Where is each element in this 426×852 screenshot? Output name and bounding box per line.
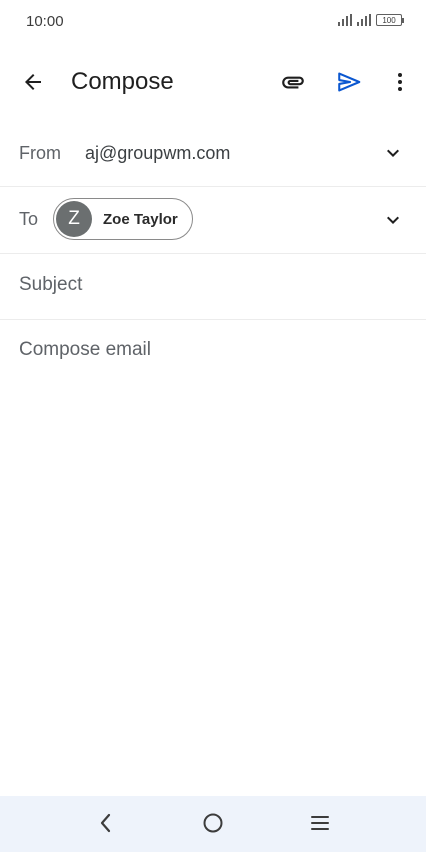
- nav-back-icon: [100, 813, 111, 833]
- from-row: From aj@groupwm.com: [0, 120, 426, 187]
- nav-home-icon: [203, 813, 223, 833]
- status-icons: 100: [338, 14, 404, 26]
- page-title: Compose: [71, 68, 174, 95]
- signal-icon: [338, 14, 352, 26]
- status-bar: 10:00 100: [0, 0, 426, 44]
- chevron-down-icon: [387, 216, 399, 224]
- from-expand-button[interactable]: [380, 140, 406, 166]
- avatar: Z: [56, 201, 92, 237]
- more-options-button[interactable]: [380, 62, 420, 102]
- chevron-down-icon: [387, 149, 399, 157]
- nav-home-button[interactable]: [196, 808, 230, 838]
- back-arrow-icon: [25, 74, 41, 90]
- compose-body-input[interactable]: Compose email: [19, 339, 409, 361]
- attachment-icon: [282, 76, 304, 89]
- subject-input[interactable]: Subject: [19, 274, 399, 296]
- to-label: To: [19, 209, 39, 229]
- battery-icon: 100: [376, 14, 404, 26]
- nav-menu-button[interactable]: [303, 808, 337, 838]
- nav-back-button[interactable]: [89, 808, 123, 838]
- from-label: From: [19, 143, 61, 163]
- subject-row: Subject: [0, 254, 426, 320]
- send-button[interactable]: [329, 62, 369, 102]
- attach-button[interactable]: [273, 62, 313, 102]
- more-vert-icon: [398, 73, 402, 91]
- signal-icon: [357, 14, 371, 26]
- to-row: To Z Zoe Taylor: [0, 187, 426, 254]
- recipient-chip[interactable]: Z Zoe Taylor: [53, 198, 193, 240]
- app-bar: Compose: [0, 52, 426, 112]
- send-icon: [338, 72, 361, 92]
- nav-menu-icon: [311, 816, 329, 830]
- back-button[interactable]: [13, 62, 53, 102]
- system-nav-bar: [0, 796, 426, 852]
- to-expand-button[interactable]: [380, 207, 406, 233]
- recipient-name: Zoe Taylor: [103, 210, 178, 228]
- battery-level: 100: [382, 16, 396, 25]
- status-time: 10:00: [26, 13, 64, 30]
- from-address[interactable]: aj@groupwm.com: [85, 143, 230, 164]
